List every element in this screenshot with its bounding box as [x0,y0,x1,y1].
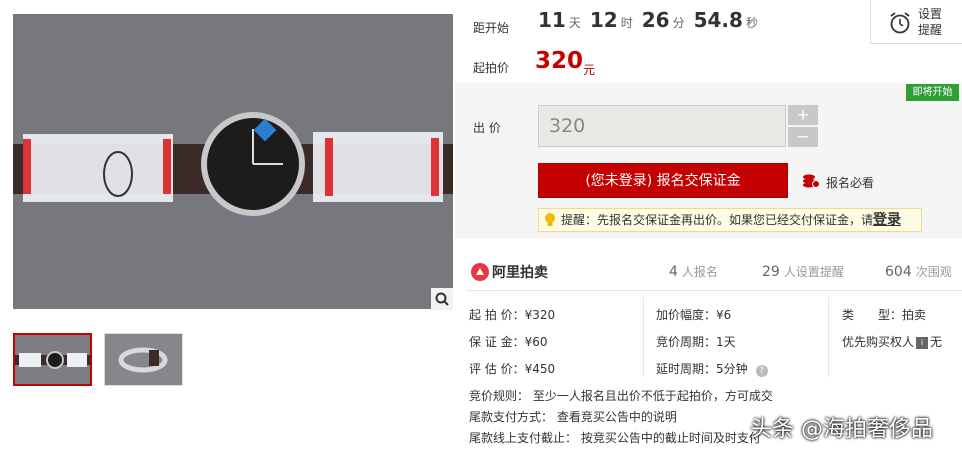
info-type-value: 拍卖 [902,308,927,322]
rule-deadline: 尾款线上支付截止： 按竞买公告中的截止时间及时支付 [469,431,761,445]
set-reminder-label: 设置提醒 [918,7,943,37]
views-count: 604 [885,264,912,280]
main-product-photo[interactable] [13,14,453,309]
column-divider [828,297,829,377]
countdown-seconds-unit: 秒 [745,16,758,30]
start-price-unit: 元 [583,63,596,77]
countdown-minutes-unit: 分 [672,16,685,30]
countdown-days: 11 [538,8,566,32]
start-price-label: 起拍价 [473,61,510,75]
info-priority: 优先购买权人 i 无 [842,333,942,350]
bid-decrease-button[interactable]: − [788,127,818,147]
thumbnail-1[interactable] [13,333,92,386]
bid-increase-button[interactable]: + [788,105,818,125]
start-price-value: 320 [535,48,584,74]
countdown: 11 天 12 时 26 分 54.8 秒 [538,8,764,32]
alarm-clock-icon [889,11,911,39]
rule-bid: 竞价规则： 至少一人报名且出价不低于起拍价，方可成交 [469,389,773,403]
ali-auction-logo-icon [471,263,489,281]
tip-text: 提醒：先报名交保证金再出价。如果您已经交付保证金，请 [561,213,874,227]
countdown-minutes: 26 [641,8,670,32]
ali-auction-logo: 阿里拍卖 [471,262,548,282]
login-link[interactable]: 登录 [873,212,901,228]
info-appraisal: 评 估 价：¥450 [469,362,556,376]
info-deposit: 保 证 金：¥60 [469,335,548,349]
info-type: 类 型：拍卖 [842,306,926,323]
info-priority-label: 优先购买权人 [842,335,915,349]
countdown-label: 距开始 [473,21,510,35]
ali-auction-logo-text: 阿里拍卖 [492,265,548,281]
countdown-seconds: 54.8 [693,8,743,32]
bid-amount-input[interactable] [538,105,786,147]
info-cycle: 竞价周期：1天 [656,335,736,349]
countdown-hours-unit: 时 [620,16,633,30]
signups-label: 人报名 [681,265,718,279]
info-increment: 加价幅度：¥6 [656,308,732,322]
status-badge: 即将开始 [906,84,959,101]
info-delay: 延时周期：5分钟? [656,360,768,377]
bid-label: 出 价 [473,121,501,135]
info-badge-icon: i [916,336,929,349]
thumbnail-2[interactable] [104,333,183,386]
coins-icon [802,173,820,193]
reminders-label: 人设置提醒 [783,265,844,279]
column-divider [643,297,644,377]
reminders-count: 29 [762,264,780,280]
reminders-stat: 29 人设置提醒 [762,263,844,280]
countdown-days-unit: 天 [568,16,581,30]
login-tip: 提醒：先报名交保证金再出价。如果您已经交付保证金，请登录 [538,208,922,232]
rule-payment: 尾款支付方式： 查看竞买公告中的说明 [469,410,677,424]
info-type-label: 类 型： [842,308,903,322]
zoom-icon[interactable] [431,288,453,310]
help-icon[interactable]: ? [755,365,768,377]
signup-deposit-button[interactable]: (您未登录) 报名交保证金 [538,163,788,198]
signups-stat: 4 人报名 [669,263,718,280]
info-start-price: 起 拍 价：¥320 [469,308,556,322]
info-delay-text: 延时周期：5分钟 [656,362,748,376]
watch-photo [13,14,453,309]
countdown-hours: 12 [589,8,618,32]
divider [466,290,962,291]
must-read-link[interactable]: 报名必看 [826,174,874,191]
watermark: 头条 @海拍奢侈品 [750,417,933,442]
info-priority-value: 无 [930,335,943,349]
signups-count: 4 [669,264,678,280]
lightbulb-icon [544,212,556,235]
views-stat: 604 次围观 [885,263,952,280]
views-label: 次围观 [915,265,952,279]
set-reminder-button[interactable]: 设置提醒 [870,0,962,44]
